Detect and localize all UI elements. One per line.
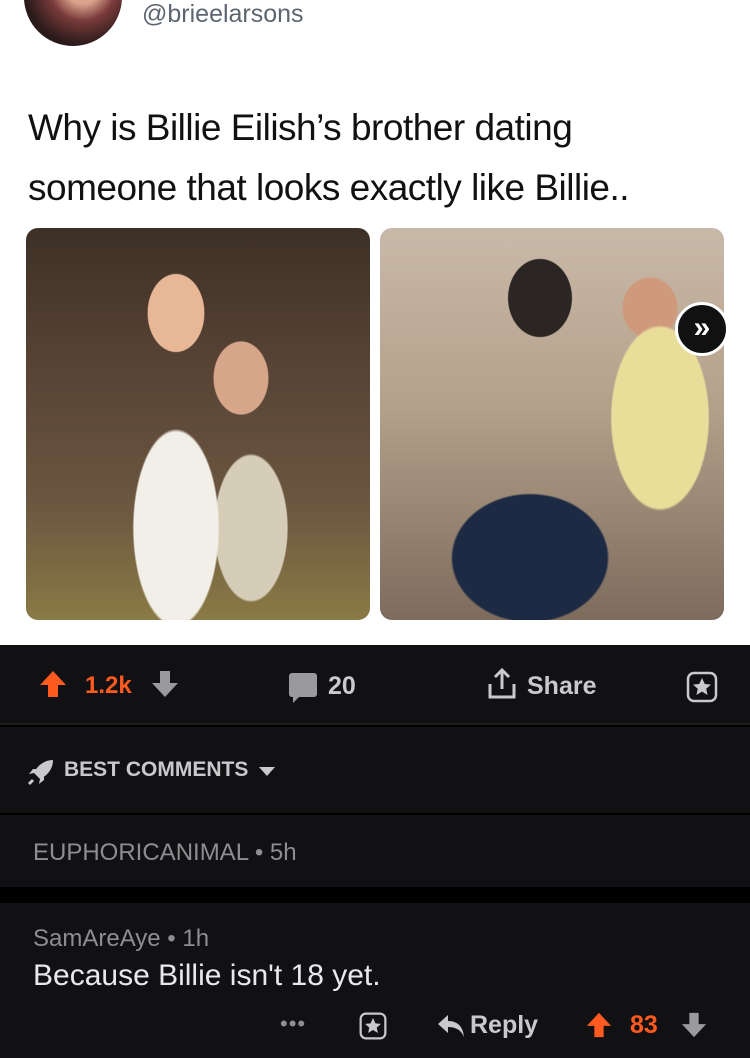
- tweet-photo-left: [26, 228, 370, 620]
- comment[interactable]: SamAreAye • 1h Because Billie isn't 18 y…: [0, 903, 750, 1058]
- award-icon[interactable]: [685, 670, 719, 704]
- avatar: [24, 0, 122, 46]
- share-button[interactable]: Share: [527, 672, 596, 701]
- upvote-icon[interactable]: [585, 1011, 613, 1039]
- divider: [0, 887, 750, 903]
- comment-meta: SamAreAye • 1h: [33, 925, 209, 953]
- expand-chevron-icon[interactable]: »: [675, 302, 729, 356]
- comment-score: 83: [630, 1011, 658, 1039]
- tweet-handle: @brieelarsons: [142, 0, 304, 28]
- comment-collapsed[interactable]: EUPHORICANIMAL • 5h: [0, 815, 750, 887]
- sort-bar[interactable]: BEST COMMENTS: [0, 727, 750, 813]
- comment-time: 5h: [269, 839, 297, 866]
- comment-author[interactable]: SamAreAye: [33, 925, 161, 952]
- tweet-photo-right: [380, 228, 724, 620]
- comment-count[interactable]: 20: [328, 672, 356, 701]
- downvote-icon[interactable]: [150, 669, 180, 699]
- upvote-icon[interactable]: [38, 669, 68, 699]
- downvote-icon[interactable]: [680, 1011, 708, 1039]
- reply-icon[interactable]: [436, 1013, 466, 1039]
- post-action-bar: 1.2k 20 Share: [0, 645, 750, 725]
- chevron-down-icon[interactable]: [259, 767, 275, 776]
- sort-label[interactable]: BEST COMMENTS: [64, 758, 248, 782]
- more-options-icon[interactable]: •••: [280, 1011, 306, 1037]
- comment-body: Because Billie isn't 18 yet.: [33, 959, 381, 992]
- award-icon[interactable]: [358, 1011, 388, 1041]
- meta-separator: •: [254, 839, 270, 866]
- meta-separator: •: [167, 925, 183, 952]
- comment-author[interactable]: EUPHORICANIMAL: [33, 839, 248, 866]
- share-icon[interactable]: [485, 667, 519, 701]
- reply-button[interactable]: Reply: [470, 1011, 538, 1040]
- comment-icon[interactable]: [289, 673, 317, 703]
- post-score: 1.2k: [85, 672, 132, 699]
- tweet-image[interactable]: @brieelarsons Why is Billie Eilish’s bro…: [0, 0, 750, 645]
- comment-meta: EUPHORICANIMAL • 5h: [33, 839, 297, 867]
- tweet-text: Why is Billie Eilish’s brother dating so…: [28, 107, 630, 208]
- comment-time: 1h: [182, 925, 210, 952]
- rocket-icon: [27, 760, 53, 786]
